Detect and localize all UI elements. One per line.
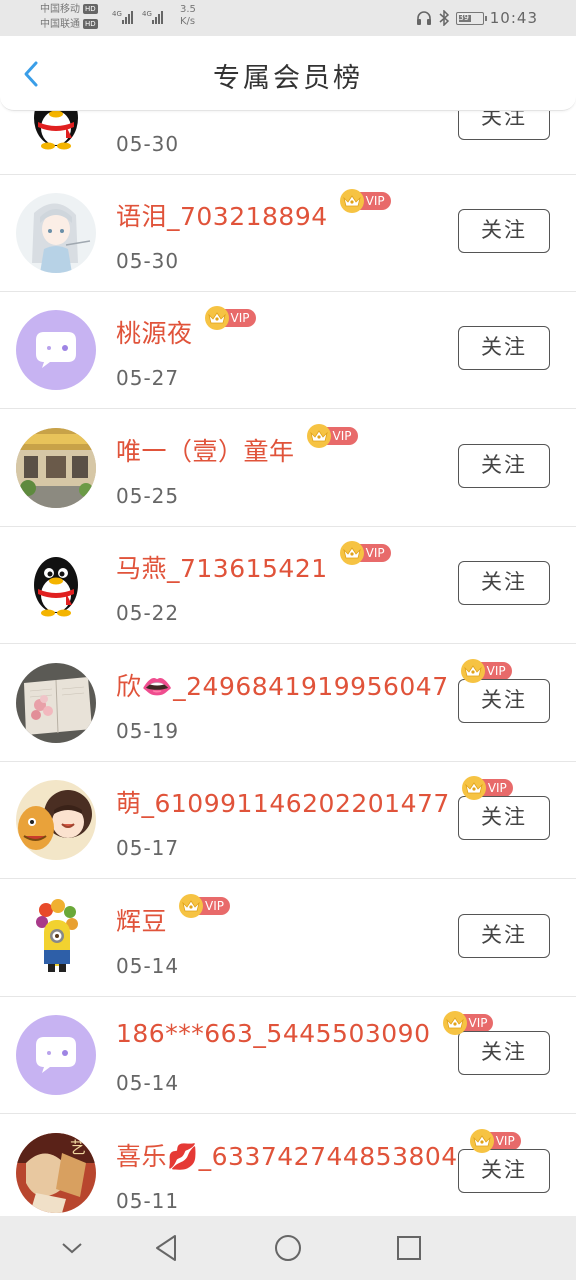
join-date: 05-27 bbox=[116, 366, 180, 390]
member-name-row: 马燕_713615421 VIP bbox=[116, 541, 391, 585]
follow-button[interactable]: 关注 bbox=[458, 796, 550, 840]
join-date: 05-14 bbox=[116, 1071, 180, 1095]
member-name-row: 萌_610991146202201477 VIP bbox=[116, 776, 513, 820]
member-name-row: 唯一（壹）童年 VIP bbox=[116, 424, 358, 468]
member-name[interactable]: 喜乐💋_633742744853804 bbox=[116, 1142, 458, 1171]
join-date: 05-22 bbox=[116, 601, 180, 625]
follow-button[interactable]: 关注 bbox=[458, 444, 550, 488]
avatar[interactable] bbox=[16, 545, 96, 625]
follow-button[interactable]: 关注 bbox=[458, 561, 550, 605]
vip-badge: VIP bbox=[339, 189, 391, 213]
join-date: 05-19 bbox=[116, 719, 180, 743]
member-row[interactable]: 欣👄_2496841919956047 VIP 05-19 关注 bbox=[0, 645, 576, 762]
member-row[interactable]: 唯一（壹）童年 VIP 05-25 关注 bbox=[0, 410, 576, 527]
crown-icon bbox=[339, 541, 364, 565]
follow-button[interactable]: 关注 bbox=[458, 679, 550, 723]
member-name[interactable]: 语泪_703218894 bbox=[116, 202, 328, 231]
join-date: 05-30 bbox=[116, 249, 180, 273]
svg-text:艺: 艺 bbox=[70, 1138, 86, 1157]
member-row[interactable]: 辉豆 VIP 05-14 关注 bbox=[0, 880, 576, 997]
back-triangle-icon[interactable] bbox=[146, 1228, 186, 1268]
member-name[interactable]: 欣👄_2496841919956047 bbox=[116, 672, 449, 701]
avatar[interactable]: 艺 bbox=[16, 1133, 96, 1213]
follow-button[interactable]: 关注 bbox=[458, 326, 550, 370]
crown-icon bbox=[306, 424, 331, 448]
crown-icon bbox=[442, 1011, 467, 1035]
join-date: 05-30 bbox=[116, 132, 180, 156]
avatar[interactable] bbox=[16, 898, 96, 978]
member-name[interactable]: 唯一（壹）童年 bbox=[116, 437, 295, 466]
member-name-row: 186***663_5445503090 VIP bbox=[116, 1011, 494, 1055]
avatar[interactable] bbox=[16, 780, 96, 860]
join-date: 05-14 bbox=[116, 954, 180, 978]
member-name-row: 辉豆 VIP bbox=[116, 894, 230, 938]
crown-icon bbox=[460, 659, 485, 683]
crown-icon bbox=[179, 894, 204, 918]
member-name-row: 语泪_703218894 VIP bbox=[116, 189, 391, 233]
system-nav-bar bbox=[0, 1216, 576, 1280]
member-name[interactable]: 桃源夜 bbox=[116, 319, 193, 348]
join-date: 05-11 bbox=[116, 1189, 180, 1213]
vip-badge: VIP bbox=[179, 894, 230, 918]
recents-square-icon[interactable] bbox=[389, 1228, 429, 1268]
crown-icon bbox=[339, 189, 364, 213]
member-list[interactable]: 05-30 关注 语泪_703218894 VIP 05-30 关注 桃源夜 VIP 05-27… bbox=[0, 0, 576, 1280]
member-row[interactable]: 艺喜乐💋_633742744853804 VIP 05-11 关注 bbox=[0, 1115, 576, 1232]
chevron-down-icon[interactable] bbox=[52, 1228, 92, 1268]
crown-icon bbox=[204, 306, 229, 330]
member-row[interactable]: 语泪_703218894 VIP 05-30 关注 bbox=[0, 175, 576, 292]
avatar[interactable] bbox=[16, 1015, 96, 1095]
follow-button[interactable]: 关注 bbox=[458, 1149, 550, 1193]
member-name[interactable]: 马燕_713615421 bbox=[116, 554, 328, 583]
member-row[interactable]: 萌_610991146202201477 VIP 05-17 关注 bbox=[0, 762, 576, 879]
title-bar: 专属会员榜 bbox=[0, 36, 576, 111]
member-row[interactable]: 马燕_713615421 VIP 05-22 关注 bbox=[0, 527, 576, 644]
vip-badge: VIP bbox=[204, 306, 256, 330]
member-name-row: 欣👄_2496841919956047 VIP bbox=[116, 659, 512, 703]
join-date: 05-17 bbox=[116, 836, 180, 860]
member-row[interactable]: 桃源夜 VIP 05-27 关注 bbox=[0, 292, 576, 409]
page-title: 专属会员榜 bbox=[213, 63, 363, 94]
member-name[interactable]: 萌_610991146202201477 bbox=[116, 789, 450, 818]
crown-icon bbox=[461, 776, 486, 800]
join-date: 05-25 bbox=[116, 484, 180, 508]
follow-button[interactable]: 关注 bbox=[458, 914, 550, 958]
vip-badge: VIP bbox=[306, 424, 358, 448]
follow-button[interactable]: 关注 bbox=[458, 1031, 550, 1075]
avatar[interactable] bbox=[16, 428, 96, 508]
avatar[interactable] bbox=[16, 663, 96, 743]
home-circle-icon[interactable] bbox=[268, 1228, 308, 1268]
member-name-row: 桃源夜 VIP bbox=[116, 306, 256, 350]
follow-button[interactable]: 关注 bbox=[458, 209, 550, 253]
vip-badge: VIP bbox=[339, 541, 391, 565]
avatar[interactable] bbox=[16, 193, 96, 273]
crown-icon bbox=[469, 1129, 494, 1153]
member-name[interactable]: 186***663_5445503090 bbox=[116, 1019, 431, 1048]
member-row[interactable]: 186***663_5445503090 VIP 05-14 关注 bbox=[0, 997, 576, 1114]
member-name[interactable]: 辉豆 bbox=[116, 907, 167, 936]
avatar[interactable] bbox=[16, 310, 96, 390]
